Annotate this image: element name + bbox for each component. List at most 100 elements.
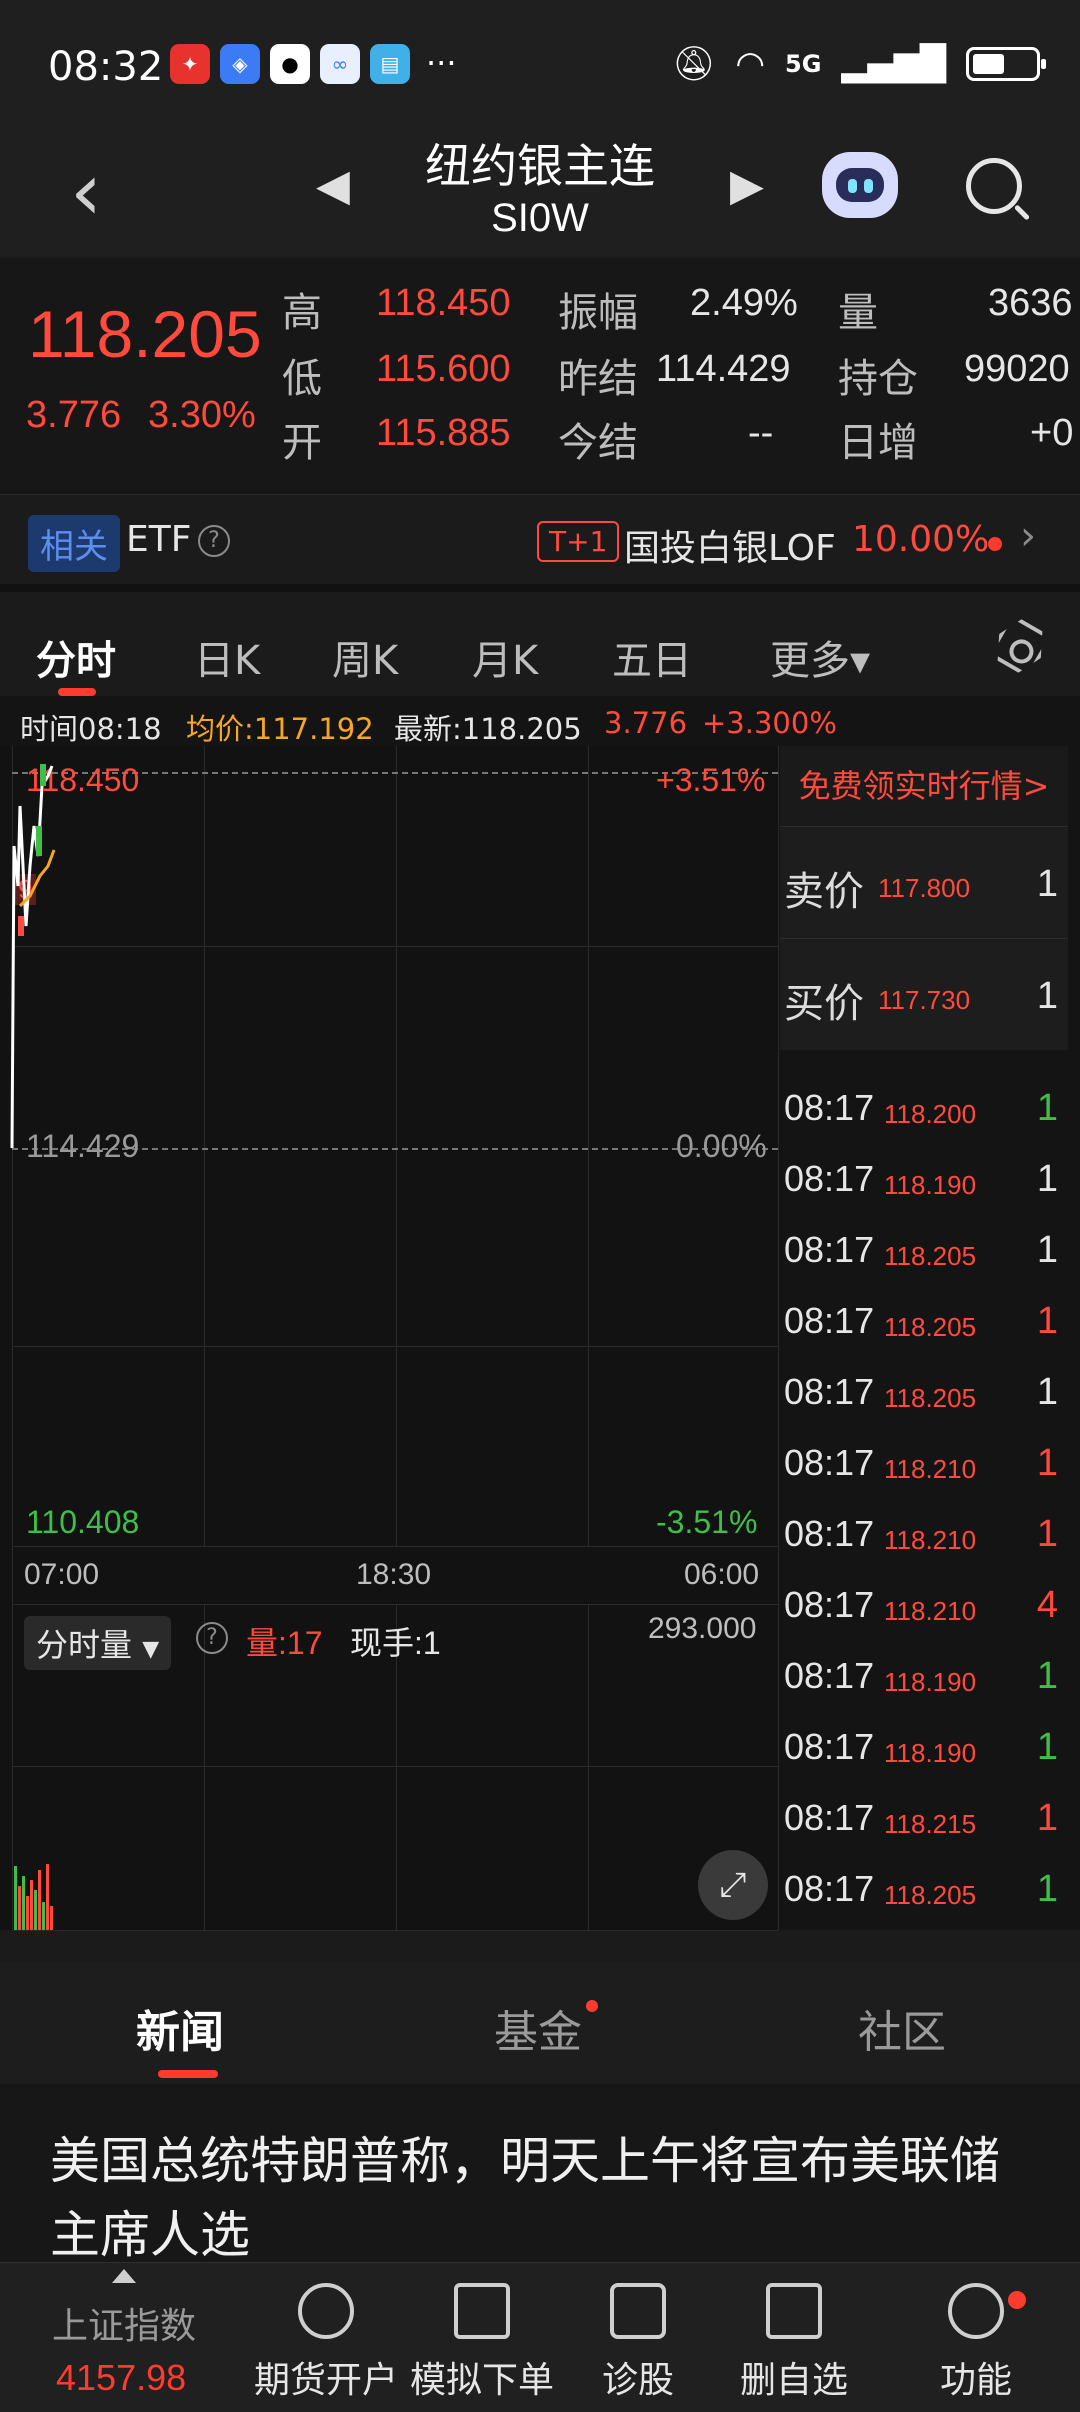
tab-intraday[interactable]: 分时 <box>36 628 116 686</box>
red-app-icon: ✦ <box>170 44 210 84</box>
bottom-item-label: 功能 <box>939 2360 1012 2401</box>
tick-volume: 1 <box>1036 1655 1058 1697</box>
grid-line <box>204 1604 205 1930</box>
grid-line <box>12 1766 778 1767</box>
tick-row: 08:17 118.190 1 <box>780 1639 1068 1709</box>
bid-label: 买价 <box>784 981 864 1027</box>
tick-time: 08:17 <box>784 1087 875 1128</box>
info-latest: 最新:118.205 <box>394 712 582 746</box>
open-interest-label: 持仓 <box>838 356 918 402</box>
volume-bar <box>26 1896 29 1930</box>
tick-price: 118.205 <box>884 1383 977 1413</box>
help-icon[interactable]: ? <box>198 525 230 557</box>
signal-icon: ▂▄▆█ <box>841 44 946 84</box>
index-name[interactable]: 上证指数 <box>52 2297 196 2349</box>
tick-price: 118.205 <box>884 1241 977 1271</box>
chevron-right-icon[interactable]: › <box>1020 513 1036 559</box>
next-contract-icon[interactable]: ▶ <box>730 160 764 211</box>
candle-green <box>36 826 42 856</box>
search-icon[interactable] <box>966 158 1022 214</box>
price-change: 3.776 <box>26 394 122 436</box>
tab-weekly-k[interactable]: 周K <box>332 628 398 686</box>
assistant-robot-icon[interactable] <box>822 152 898 218</box>
grid-line <box>12 1546 778 1547</box>
tab-monthly-k[interactable]: 月K <box>472 628 538 686</box>
tick-volume: 1 <box>1036 1087 1058 1129</box>
tab-five-day[interactable]: 五日 <box>612 628 692 686</box>
bottom-item-label: 模拟下单 <box>409 2360 554 2401</box>
intraday-chart[interactable]: 118.450 +3.51% 114.429 0.00% 110.408 -3.… <box>0 746 780 1931</box>
fullscreen-icon[interactable]: ⤢ <box>698 1850 768 1920</box>
status-indicators: 🔕︎ ◠ 5G ▂▄▆█ <box>672 44 1046 84</box>
dropdown-icon: ▼ <box>142 1637 160 1662</box>
open-interest-value: 99020 <box>964 348 1070 390</box>
tab-news[interactable]: 新闻 <box>136 1996 224 2060</box>
browser-icon: ∞ <box>320 44 360 84</box>
open-value: 115.885 <box>376 412 511 454</box>
tick-price: 118.205 <box>884 1880 977 1910</box>
today-settle-label: 今结 <box>558 420 638 466</box>
info-change: 3.776 <box>604 706 688 740</box>
tick-price: 118.215 <box>884 1809 977 1839</box>
volume-bar <box>46 1864 49 1930</box>
chart-settings-icon[interactable] <box>987 613 1053 679</box>
volume-selector[interactable]: 分时量 ▼ <box>24 1616 172 1670</box>
news-tabs: 新闻 基金 社区 <box>0 1962 1080 2084</box>
x-axis-mid: 18:30 <box>356 1558 432 1591</box>
tick-row: 08:17 118.190 1 <box>780 1142 1068 1212</box>
functions-button[interactable]: 功能 <box>896 2283 1056 2403</box>
volume-max-label: 293.000 <box>648 1612 757 1645</box>
volume-help-icon[interactable]: ? <box>196 1622 228 1654</box>
battery-level <box>973 54 1004 74</box>
info-time: 时间08:18 <box>20 712 162 746</box>
tick-time: 08:17 <box>784 1300 875 1341</box>
tick-price: 118.200 <box>884 1099 977 1129</box>
realtime-promo-link[interactable]: 免费领实时行情> <box>780 746 1068 826</box>
index-value: 4157.98 <box>56 2357 187 2398</box>
battery-icon <box>966 47 1046 81</box>
news-headline[interactable]: 美国总统特朗普称，明天上午将宣布美联储主席人选 <box>0 2084 1080 2264</box>
etf-label: ETF <box>126 519 192 560</box>
volume-bar <box>14 1866 17 1930</box>
add-box-icon <box>610 2283 666 2339</box>
prev-settle-value: 114.429 <box>656 348 791 390</box>
tab-more[interactable]: 更多▾ <box>770 628 870 686</box>
fund-name[interactable]: 国投白银LOF <box>624 519 836 571</box>
candle-red <box>18 916 24 936</box>
related-etf-bar[interactable]: 相关 ETF ? T+1 国投白银LOF 10.00% › <box>0 494 1080 584</box>
tab-community[interactable]: 社区 <box>858 1996 946 2060</box>
tick-time: 08:17 <box>784 1371 875 1412</box>
tick-volume: 1 <box>1036 1726 1058 1768</box>
page-title: 纽约银主连 <box>425 139 655 193</box>
volume-bar <box>50 1906 53 1930</box>
tick-volume: 1 <box>1036 1158 1058 1200</box>
candle-green <box>40 764 46 786</box>
remove-watchlist-button[interactable]: 删自选 <box>714 2283 874 2403</box>
tick-row: 08:17 118.210 1 <box>780 1426 1068 1496</box>
open-futures-account-button[interactable]: 期货开户 <box>246 2283 406 2403</box>
tick-price: 118.210 <box>884 1525 977 1555</box>
expand-up-icon[interactable] <box>112 2269 136 2283</box>
ask-row: 卖价 117.800 1 <box>780 826 1068 938</box>
amplitude-value: 2.49% <box>690 282 798 324</box>
tick-row: 08:17 118.210 4 <box>780 1568 1068 1638</box>
notification-icons: ✦ ◈ ● ∞ ▤ ··· <box>170 44 457 84</box>
diagnose-stock-button[interactable]: 诊股 <box>558 2283 718 2403</box>
tab-funds[interactable]: 基金 <box>494 1996 582 2060</box>
tick-time: 08:17 <box>784 1158 875 1199</box>
tick-row: 08:17 118.205 1 <box>780 1852 1068 1922</box>
volume-value: 3636 <box>988 282 1073 324</box>
tick-price: 118.190 <box>884 1667 977 1697</box>
menu-icon <box>948 2283 1004 2339</box>
tick-row: 08:17 118.215 1 <box>780 1781 1068 1851</box>
volume-label: 量 <box>838 290 878 336</box>
tick-time: 08:17 <box>784 1726 875 1767</box>
status-time: 08:32 <box>48 44 164 90</box>
simulated-order-button[interactable]: 模拟下单 <box>402 2283 562 2403</box>
amplitude-label: 振幅 <box>558 290 638 336</box>
tab-daily-k[interactable]: 日K <box>194 628 260 686</box>
funds-badge-dot <box>586 2000 598 2012</box>
key-icon <box>298 2283 354 2339</box>
reader-icon: ▤ <box>370 44 410 84</box>
bid-price: 117.730 <box>878 985 971 1015</box>
